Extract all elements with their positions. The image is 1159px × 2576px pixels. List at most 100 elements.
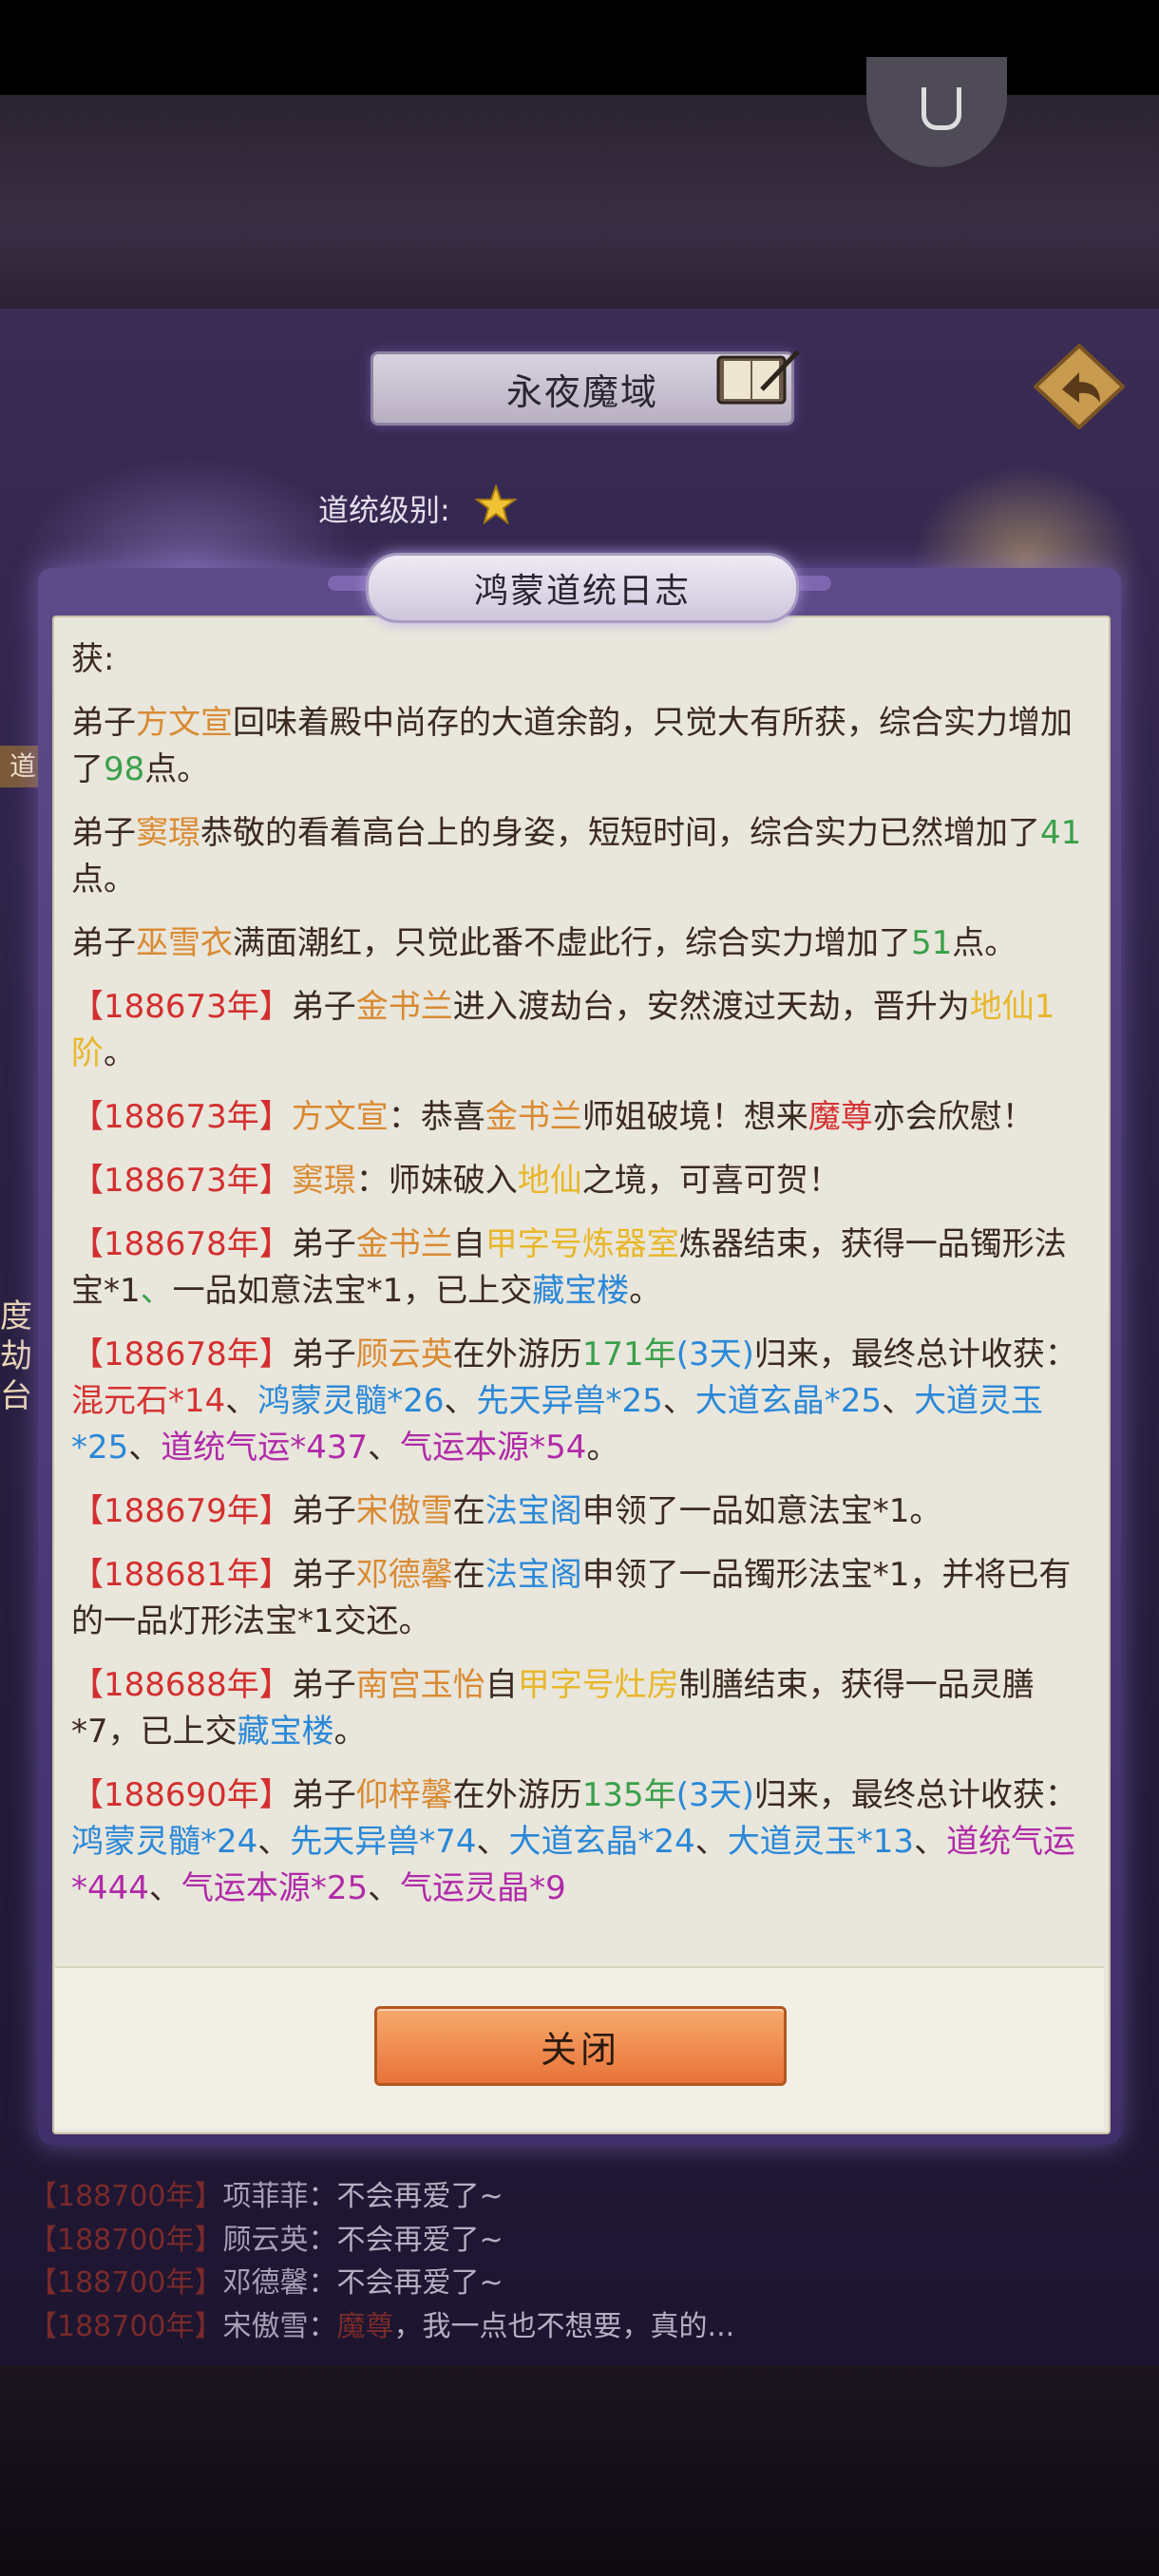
log-entry-segment: 。 [104,1034,136,1072]
log-entry-segment: 金书兰 [355,988,453,1026]
log-entry-segment: 点。 [71,861,136,899]
chat-text: ：不会再爱了~ [308,2266,504,2300]
log-entry-segment: (3天) [675,1335,754,1373]
log-entry-segment: 在 [452,1492,485,1530]
log-entry-segment: 气运本源*25 [180,1869,369,1907]
chat-line: 【188700年】邓德馨：不会再爱了~ [28,2262,1130,2305]
log-entry-segment: 【188673年】 [71,1162,292,1200]
chat-year: 【188700年】 [28,2266,223,2300]
log-entry-segment: 鸿蒙灵髓*24 [71,1823,258,1861]
log-modal-header: 鸿蒙道统日志 [366,553,799,623]
log-entry-segment: 171年 [581,1335,676,1373]
chat-feed: 【188700年】项菲菲：不会再爱了~ 【188700年】顾云英：不会再爱了~ 【1… [28,2175,1130,2356]
log-entry: 【188673年】弟子金书兰进入渡劫台，安然渡过天劫，晋升为地仙1阶。 [71,984,1088,1077]
log-entry-segment: 弟子 [71,814,136,852]
log-entry: 获: [71,636,1088,683]
log-entry-segment: 一品如意法宝*1，已上交 [172,1272,533,1310]
log-entry-segment: 【188681年】 [71,1556,292,1594]
chat-name: 顾云英 [222,2223,309,2257]
log-entry-segment: 、 [140,1272,173,1310]
log-entry-segment: 大道玄晶*24 [508,1823,695,1861]
log-entry-segment: 大道玄晶*25 [694,1382,883,1420]
log-entry-list[interactable]: 获: 弟子方文宣回味着殿中尚存的大道余韵，只觉大有所获，综合实力增加了98点。 弟子… [71,636,1088,1955]
log-entry: 【188688年】弟子南宫玉怡自甲字号灶房制膳结束，获得一品灵膳*7，已上交藏宝… [71,1662,1088,1755]
log-entry-segment: 申领了一品如意法宝*1。 [581,1492,942,1530]
log-entry-segment: 南宫玉怡 [355,1666,485,1704]
log-entry-segment: 弟子 [291,1666,356,1704]
page-title: 永夜魔域 [505,370,658,413]
side-vertical-label[interactable]: 度劫台 [0,1297,34,1416]
log-entry-segment: 仰梓馨 [355,1776,453,1814]
log-entry-segment: 进入渡劫台，安然渡过天劫，晋升为 [452,988,970,1026]
log-entry-segment: 归来，最终总计收获： [753,1335,1077,1373]
log-entry-segment: 在 [452,1556,485,1594]
log-entry-segment: 、 [694,1823,728,1861]
log-entry-segment: 弟子 [291,1335,356,1373]
log-entry-segment: 自 [484,1666,518,1704]
log-entry-segment: 气运灵晶*9 [400,1869,566,1907]
log-entry-segment: 自 [452,1225,485,1263]
log-entry: 【188681年】弟子邓德馨在法宝阁申领了一品镯形法宝*1，并将已有的一品灯形法… [71,1552,1088,1645]
log-entry-segment: 方文宣 [136,704,233,742]
log-entry-segment: 金书兰 [484,1098,582,1136]
log-entry-segment: 顾云英 [355,1335,453,1373]
log-entry-segment: 金书兰 [355,1225,453,1263]
log-modal-title: 鸿蒙道统日志 [473,572,691,611]
log-entry-segment: 弟子 [291,1492,356,1530]
log-entry-segment: ：师妹破入 [355,1162,518,1200]
log-entry-segment: 、 [368,1869,401,1907]
log-entry-segment: 弟子 [71,924,136,962]
log-entry: 【188673年】方文宣：恭喜金书兰师姐破境！想来魔尊亦会欣慰！ [71,1094,1088,1141]
log-entry-segment: 在外游历 [452,1776,582,1814]
log-entry-segment: 藏宝楼 [532,1272,630,1310]
star-icon [475,484,517,524]
log-entry-segment: 、 [225,1382,258,1420]
book-quill-icon[interactable] [714,348,802,408]
chat-name: 宋傲雪 [222,2309,309,2343]
log-entry-segment: 宋傲雪 [355,1492,453,1530]
log-entry-segment: 藏宝楼 [237,1713,334,1751]
back-arrow-icon[interactable] [1034,344,1125,429]
chat-text: ： [308,2309,337,2343]
close-button[interactable]: 关闭 [374,2006,787,2086]
chat-name: 项菲菲 [222,2180,309,2213]
log-entry-segment: 邓德馨 [355,1556,453,1594]
rank-label: 道统级别: [318,492,450,528]
log-entry-segment: 。 [333,1713,367,1751]
log-entry-segment: 先天异兽*25 [476,1382,663,1420]
log-entry: 【188690年】弟子仰梓馨在外游历135年(3天)归来，最终总计收获： 鸿蒙灵髓… [71,1772,1088,1912]
log-entry: 弟子方文宣回味着殿中尚存的大道余韵，只觉大有所获，综合实力增加了98点。 [71,700,1088,793]
log-entry-segment: 、 [148,1869,181,1907]
log-entry-segment: 、 [882,1382,915,1420]
log-entry-segment: 、 [476,1823,509,1861]
close-button-label: 关闭 [540,2028,620,2071]
log-entry-segment: 点。 [952,924,1017,962]
log-entry-segment: ：恭喜 [388,1098,485,1136]
log-entry-segment: 之境，可喜可贺！ [581,1162,841,1200]
log-entry-segment: 巫雪衣 [136,924,233,962]
chat-line: 【188700年】项菲菲：不会再爱了~ [28,2175,1130,2219]
chat-text: ：不会再爱了~ [308,2180,504,2213]
chat-text: ：不会再爱了~ [308,2223,504,2257]
log-entry-segment: 鸿蒙灵髓*26 [257,1382,445,1420]
log-entry-segment: 、 [368,1429,401,1467]
log-entry-segment: 【188688年】 [71,1666,292,1704]
chat-highlight: 魔尊 [336,2309,394,2343]
log-entry-segment: 【188679年】 [71,1492,292,1530]
log-entry-segment: 、 [128,1429,162,1467]
chat-line: 【188700年】顾云英：不会再爱了~ [28,2219,1130,2263]
log-entry-segment: 弟子 [291,1225,356,1263]
log-entry-segment: 混元石*14 [71,1382,226,1420]
chat-year: 【188700年】 [28,2180,223,2213]
log-entry-segment: 【188673年】 [71,988,292,1026]
chat-year: 【188700年】 [28,2309,223,2343]
log-entry: 弟子窦璟恭敬的看着高台上的身姿，短短时间，综合实力已然增加了41 点。 [71,810,1088,903]
log-entry: 【188678年】弟子金书兰自甲字号炼器室炼器结束，获得一品镯形法宝*1、一品如… [71,1222,1088,1315]
log-entry: 弟子巫雪衣满面潮红，只觉此番不虚此行，综合实力增加了51点。 [71,920,1088,967]
log-entry: 【188679年】弟子宋傲雪在法宝阁申领了一品如意法宝*1。 [71,1488,1088,1535]
log-entry-segment: 点。 [144,750,210,788]
log-entry-segment: 弟子 [291,1776,356,1814]
chat-name: 邓德馨 [222,2266,309,2300]
log-entry-segment: 窦璟 [291,1162,356,1200]
log-entry-segment: 道统气运*437 [161,1429,369,1467]
